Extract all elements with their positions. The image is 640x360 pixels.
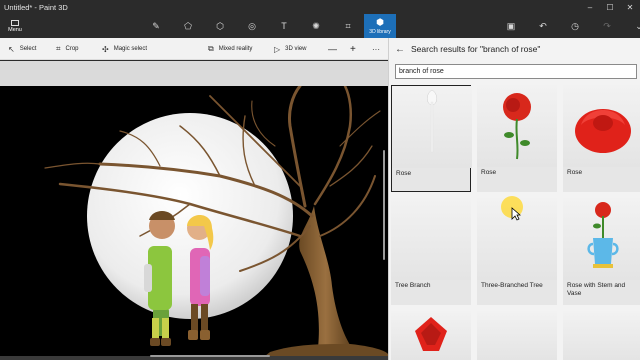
result-thumbnail (477, 85, 557, 167)
3d-view-label: 3D view (285, 46, 307, 52)
chevron-down-icon: ⌄ (635, 20, 640, 31)
canvas-icon: ⌗ (345, 20, 351, 31)
search-input[interactable]: branch of rose (395, 64, 637, 79)
effects-tool[interactable]: ✺ (300, 14, 332, 38)
horizontal-scrollbar[interactable] (150, 355, 270, 357)
crop-label: Crop (65, 46, 79, 52)
result-card[interactable]: Rose (391, 85, 472, 192)
paste-button[interactable]: ▣ (495, 14, 527, 38)
redo-icon: ↷ (603, 20, 611, 31)
stickers-tool[interactable]: ◎ (236, 14, 268, 38)
library-icon: ⬢ (376, 17, 384, 27)
3d-shapes-tool[interactable]: ⬡ (204, 14, 236, 38)
result-thumbnail (391, 198, 471, 280)
canvas-area[interactable] (0, 61, 388, 360)
select-button[interactable]: ↖ Select (8, 38, 36, 60)
crop-button[interactable]: ⌗ Crop (56, 38, 79, 60)
redo-button[interactable]: ↷ (591, 14, 623, 38)
close-icon[interactable]: ✕ (620, 0, 640, 14)
result-thumbnail (391, 311, 471, 360)
magic-select-button[interactable]: ✣ Magic select (102, 38, 147, 60)
search-results-title: Search results for "branch of rose" (411, 44, 541, 54)
shapes-2d-icon: ⬠ (184, 20, 192, 31)
effects-icon: ✺ (312, 20, 320, 31)
mixed-reality-icon: ⧉ (208, 44, 214, 53)
result-label: Rose (396, 170, 412, 177)
sub-toolbar: ↖ Select ⌗ Crop ✣ Magic select ⧉ Mixed r… (0, 38, 388, 60)
result-thumbnail (477, 311, 557, 360)
result-card[interactable]: Rose (563, 85, 640, 192)
result-card[interactable] (477, 311, 557, 360)
canvas-scene[interactable] (0, 86, 388, 360)
result-label: Rose with Stem and Vase (567, 282, 626, 297)
mouse-cursor-icon (511, 207, 521, 221)
select-label: Select (19, 46, 37, 52)
folder-icon (11, 19, 19, 26)
2d-shapes-tool[interactable]: ⬠ (172, 14, 204, 38)
text-tool[interactable]: T (268, 14, 300, 38)
result-label: Rose (567, 169, 583, 176)
mixed-reality-button[interactable]: ⧉ Mixed reality (208, 38, 252, 60)
text-icon: T (281, 21, 287, 31)
3d-view-icon: ▷ (274, 44, 281, 54)
cube-icon: ⬡ (216, 20, 224, 31)
3d-library-label: 3D library (369, 29, 391, 35)
history-icon: ◷ (571, 20, 579, 31)
brushes-tool[interactable]: ✎ (140, 14, 172, 38)
result-label: Three-Branched Tree (481, 282, 543, 289)
ribbon: Menu ✎ ⬠ ⬡ ◎ T ✺ ⌗ ⬢ 3D library ▣ ↶ ◷ ↷ … (0, 14, 640, 38)
3d-view-button[interactable]: ▷ 3D view (274, 38, 307, 60)
result-card[interactable]: Rose with Stem and Vase (563, 198, 640, 305)
menu-label: Menu (8, 26, 22, 33)
menu-button[interactable]: Menu (0, 14, 30, 38)
back-arrow-icon[interactable]: ← (389, 44, 411, 55)
zoom-out-button[interactable]: — (328, 38, 337, 60)
maximize-icon[interactable]: ☐ (600, 0, 620, 14)
history-button[interactable]: ◷ (559, 14, 591, 38)
select-cursor-icon: ↖ (8, 44, 15, 54)
result-label: Tree Branch (395, 282, 431, 289)
panel-header: ← Search results for "branch of rose" (389, 38, 640, 60)
zoom-in-button[interactable]: + (350, 38, 356, 60)
vertical-scrollbar[interactable] (383, 150, 385, 260)
result-thumbnail (563, 198, 640, 280)
expand-button[interactable]: ⌄ (623, 14, 640, 38)
3d-library-tool[interactable]: ⬢ 3D library (364, 14, 396, 38)
zoom-in-icon: + (350, 43, 356, 55)
undo-icon: ↶ (539, 20, 547, 31)
result-card[interactable] (563, 311, 640, 360)
magic-select-label: Magic select (113, 46, 148, 52)
crop-icon: ⌗ (56, 44, 61, 53)
result-label: Rose (481, 169, 497, 176)
brush-icon: ✎ (152, 20, 160, 31)
canvas-tool[interactable]: ⌗ (332, 14, 364, 38)
minimize-icon[interactable]: – (580, 0, 600, 14)
more-button[interactable]: ··· (372, 38, 380, 60)
result-card[interactable]: Rose (477, 85, 557, 192)
more-icon: ··· (372, 44, 380, 54)
paste-icon: ▣ (506, 20, 516, 31)
zoom-out-icon: — (328, 44, 337, 54)
result-thumbnail (563, 311, 640, 360)
undo-button[interactable]: ↶ (527, 14, 559, 38)
window-title: Untitled* - Paint 3D (4, 2, 68, 12)
result-thumbnail (563, 85, 640, 167)
result-thumbnail (392, 86, 472, 168)
result-card[interactable]: Tree Branch (391, 198, 471, 305)
mixed-reality-label: Mixed reality (218, 46, 253, 52)
result-card[interactable] (391, 311, 471, 360)
magic-select-icon: ✣ (102, 44, 109, 54)
sticker-icon: ◎ (248, 20, 256, 31)
title-bar: Untitled* - Paint 3D – ☐ ✕ (0, 0, 640, 14)
